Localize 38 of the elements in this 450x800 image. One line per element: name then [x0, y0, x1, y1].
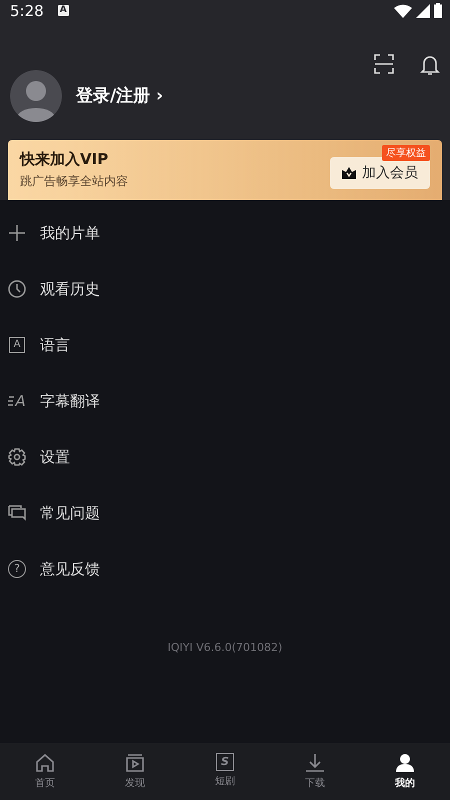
play-icon — [125, 753, 145, 773]
wifi-icon — [394, 4, 412, 18]
menu-item[interactable]: 观看历史 — [0, 261, 450, 317]
shorts-icon: S — [216, 753, 234, 771]
avatar[interactable] — [10, 70, 62, 122]
person-icon — [395, 753, 415, 773]
clock-icon — [8, 280, 26, 298]
signal-icon — [416, 4, 430, 18]
status-time: 5:28 — [10, 2, 44, 20]
join-member-button[interactable]: 加入会员 — [330, 156, 430, 189]
download-icon — [305, 753, 325, 773]
language-icon: A — [9, 337, 25, 353]
bell-icon[interactable] — [420, 54, 440, 76]
vip-title: 快来加入VIP — [20, 150, 110, 169]
login-link[interactable]: 登录/注册 › — [76, 84, 164, 108]
menu-item[interactable]: 常见问题 — [0, 485, 450, 541]
version-text: IQIYI V6.6.0(701082) — [166, 641, 284, 654]
nav-tab[interactable]: 首页 — [0, 743, 90, 800]
nav-tab[interactable]: 我的 — [360, 743, 450, 800]
help-icon: ? — [8, 560, 26, 578]
nav-tab[interactable]: 下载 — [270, 743, 360, 800]
vip-subtitle: 跳广告畅享全站内容 — [20, 172, 128, 190]
menu-item[interactable]: ? 意见反馈 — [0, 541, 450, 597]
home-icon — [35, 753, 55, 773]
nav-tab[interactable]: 发现 — [90, 743, 180, 800]
menu-item[interactable]: A 语言 — [0, 317, 450, 373]
settings-icon — [8, 448, 26, 466]
crown-icon — [342, 166, 356, 179]
nav-tab[interactable]: S 短剧 — [180, 743, 270, 800]
chat-icon — [8, 504, 26, 522]
menu-item[interactable]: A 字幕翻译 — [0, 373, 450, 429]
plus-icon — [8, 224, 26, 242]
menu-item[interactable]: 我的片单 — [0, 205, 450, 261]
battery-icon — [434, 3, 442, 18]
notification-icon: A — [58, 5, 69, 16]
menu-item[interactable]: 设置 — [0, 429, 450, 485]
benefit-badge: 尽享权益 — [382, 144, 430, 161]
scan-icon[interactable] — [374, 54, 394, 74]
